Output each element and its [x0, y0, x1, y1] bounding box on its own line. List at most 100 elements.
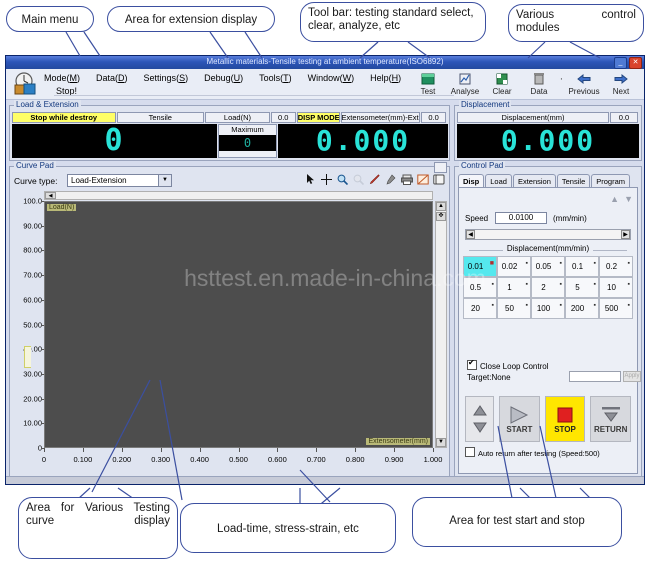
- copy-icon[interactable]: [432, 173, 445, 186]
- minimize-button[interactable]: _: [614, 57, 627, 69]
- jog-updown-button[interactable]: [465, 396, 495, 442]
- chart-plot-area[interactable]: Load(N) Extensometer(mm): [44, 201, 433, 448]
- x-tick-label: 0.100: [73, 455, 93, 464]
- control-pad-caption: Control Pad: [459, 161, 506, 170]
- x-tick-label: 0.500: [229, 455, 248, 464]
- scroll-down-button[interactable]: ▼: [436, 438, 446, 447]
- start-button[interactable]: START: [499, 396, 540, 442]
- zoom-out-icon[interactable]: [352, 173, 365, 186]
- return-label: RETURN: [594, 424, 628, 434]
- close-loop-control-row[interactable]: Close Loop Control: [467, 358, 549, 371]
- chart-scroll-thumb[interactable]: ◀: [45, 192, 56, 199]
- callout-curve-types: Load-time, stress-strain, etc: [180, 503, 396, 553]
- auto-return-row[interactable]: Auto return after testing (Speed:500): [465, 447, 600, 458]
- zoom-in-icon[interactable]: [336, 173, 349, 186]
- print-icon[interactable]: [400, 173, 413, 186]
- curve-pad-group: Curve Pad Curve type: Load-Extension ▼ ◀…: [9, 161, 450, 479]
- scroll-thumb[interactable]: ✥: [436, 212, 446, 221]
- slider-right-button[interactable]: ▶: [621, 230, 630, 239]
- menu-item-settings[interactable]: Settings(S): [144, 73, 189, 83]
- speed-button-200[interactable]: 200 ▪: [565, 298, 599, 319]
- tab-load[interactable]: Load: [485, 174, 512, 188]
- toolbar-button-clear[interactable]: Clear: [484, 70, 520, 96]
- tab-tensile[interactable]: Tensile: [556, 174, 591, 188]
- menu-item-window[interactable]: Window(W): [308, 73, 355, 83]
- chevron-down-icon[interactable]: ▼: [158, 175, 171, 186]
- load-unit-label: Load(N): [205, 112, 270, 123]
- speed-button-50[interactable]: 50 ▪: [497, 298, 531, 319]
- x-tick-label: 1.000: [423, 455, 443, 464]
- crosshair-icon[interactable]: [320, 173, 333, 186]
- watermark: hsttest.en.made-in-china.com: [184, 265, 486, 291]
- speed-button-row: 20 ▪ 50 ▪ 100 ▪ 200 ▪ 500 ▪: [463, 298, 633, 319]
- jog-up-button[interactable]: ▲: [610, 194, 619, 204]
- test-type-label: Tensile: [116, 112, 205, 123]
- callout-toolbar-text: Tool bar: testing standard select, clear…: [308, 7, 474, 32]
- toolbar-button-test[interactable]: Test: [410, 70, 446, 96]
- toolbar-button-next[interactable]: Next: [603, 70, 639, 96]
- load-decimals-label[interactable]: 0.0: [270, 112, 296, 123]
- scroll-up-button[interactable]: ▲: [436, 202, 446, 211]
- slider-left-button[interactable]: ◀: [466, 230, 475, 239]
- speed-button-0.2[interactable]: 0.2 ▪: [599, 256, 633, 277]
- jog-down-button[interactable]: ▼: [624, 194, 633, 204]
- speed-button-500[interactable]: 500 ▪: [599, 298, 633, 319]
- y-tick-label: 20.00: [23, 394, 42, 404]
- tab-extension[interactable]: Extension: [512, 174, 556, 188]
- test-icon: [410, 70, 446, 87]
- toolbar-button-data[interactable]: Data: [521, 70, 557, 96]
- displacement-readout: 0.000: [457, 124, 639, 158]
- speed-button-10[interactable]: 10 ▪: [599, 277, 633, 298]
- callout-modules: Various control modules: [508, 4, 644, 42]
- menu-item-debug[interactable]: Debug(U): [204, 73, 243, 83]
- y-axis-range-handle[interactable]: [24, 346, 31, 368]
- pencil-icon[interactable]: [368, 173, 381, 186]
- load-readout: 0: [12, 124, 217, 158]
- return-button[interactable]: RETURN: [590, 396, 632, 442]
- close-loop-label: Close Loop Control: [480, 362, 549, 371]
- extensometer-decimals-label[interactable]: 0.0: [421, 112, 447, 123]
- speed-slider[interactable]: ◀ ▶: [465, 229, 631, 240]
- close-button[interactable]: ✕: [629, 57, 642, 69]
- toolbar-button-previous[interactable]: Previous: [566, 70, 602, 96]
- status-bar: [6, 476, 644, 484]
- control-pad-tabs: Disp Load Extension Tensile Program: [458, 174, 631, 188]
- speed-button-20[interactable]: 20 ▪: [463, 298, 497, 319]
- curve-type-select[interactable]: Load-Extension ▼: [67, 174, 172, 187]
- auto-return-label: Auto return after testing (Speed:500): [478, 449, 600, 458]
- curve-pad-minimize-button[interactable]: [434, 162, 447, 173]
- displacement-decimals-label[interactable]: 0.0: [610, 112, 638, 123]
- destroy-mode-label[interactable]: Stop while destroy: [12, 112, 116, 123]
- menu-item-tools[interactable]: Tools(T): [259, 73, 292, 83]
- export-icon[interactable]: [416, 173, 429, 186]
- displacement-label: Displacement(mm): [457, 112, 609, 123]
- speed-input[interactable]: 0.0100: [495, 212, 547, 224]
- stop-button[interactable]: STOP: [544, 396, 586, 442]
- eyedropper-icon[interactable]: [384, 173, 397, 186]
- data-icon: [521, 70, 557, 87]
- target-input[interactable]: [569, 371, 621, 382]
- target-apply-button[interactable]: Apply: [623, 371, 641, 382]
- y-tick-label: 80.00: [23, 245, 42, 255]
- menu-item-mode[interactable]: Mode(M): [44, 73, 80, 83]
- chart-horizontal-scrollbar-top[interactable]: ◀: [44, 191, 433, 200]
- speed-button-100[interactable]: 100 ▪: [531, 298, 565, 319]
- up-down-arrows-icon: [472, 405, 487, 433]
- extensometer-readout: 0.000: [278, 124, 448, 158]
- window-controls[interactable]: _ ✕: [614, 57, 642, 69]
- menu-items[interactable]: Mode(M) Data(D) Settings(S) Debug(U) Too…: [44, 73, 401, 83]
- tab-program[interactable]: Program: [591, 174, 631, 188]
- pointer-icon[interactable]: [304, 173, 317, 186]
- chart-vertical-scrollbar[interactable]: ▲ ✥ ▼: [435, 201, 447, 448]
- toolbar-button-analyse[interactable]: Analyse: [447, 70, 483, 96]
- clear-icon: [484, 70, 520, 87]
- x-tick-label: 0.400: [190, 455, 209, 464]
- menu-item-help[interactable]: Help(H): [370, 73, 401, 83]
- tab-disp[interactable]: Disp: [458, 174, 485, 188]
- disp-mode-label[interactable]: DISP MODE: [296, 112, 340, 123]
- load-extension-caption: Load & Extension: [14, 100, 81, 109]
- close-loop-checkbox[interactable]: [467, 358, 477, 370]
- maximum-label: Maximum: [231, 125, 264, 134]
- auto-return-checkbox[interactable]: [465, 447, 475, 457]
- menu-item-data[interactable]: Data(D): [96, 73, 128, 83]
